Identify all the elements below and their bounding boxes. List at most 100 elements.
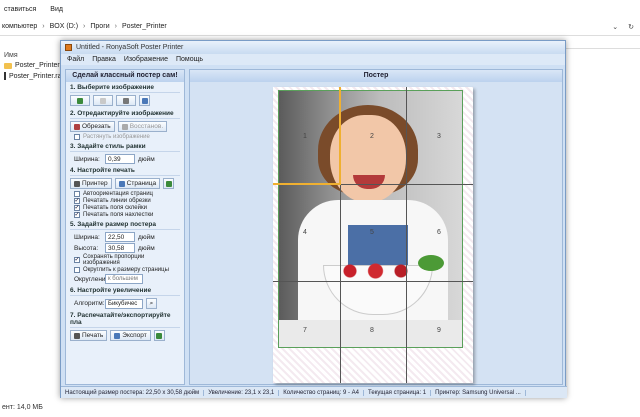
chevron-right-icon: ›	[42, 23, 45, 30]
section-title: 5. Задайте размер постера	[70, 221, 180, 230]
paste-image-button[interactable]	[93, 95, 113, 106]
page-number: 3	[437, 133, 441, 140]
checkmark-icon: ✓	[74, 257, 80, 263]
section-frame-style: 3. Задайте стиль рамки Ширина: 0,39 дюйм	[66, 141, 184, 164]
column-header-name[interactable]: Имя	[0, 36, 62, 59]
settings-icon	[141, 97, 148, 104]
preview-panel-title: Постер	[190, 70, 562, 82]
statusbar: Настоящий размер постера: 22,50 x 30,58 …	[61, 386, 567, 398]
section-print-setup: 4. Настройте печать Принтер Страница Авт…	[66, 165, 184, 218]
breadcrumb-item[interactable]: компьютер	[2, 23, 37, 30]
page-number: 4	[303, 229, 307, 236]
section-print-export: 7. Распечатайте/экспортируйте пла Печать…	[66, 310, 184, 341]
poster-height-label: Высота:	[74, 244, 99, 252]
section-poster-size: 5. Задайте размер постера Ширина: 22,50 …	[66, 219, 184, 284]
algorithm-label: Алгоритм:	[74, 300, 105, 307]
refresh-icon[interactable]: ↻	[628, 23, 634, 31]
scanner-icon	[123, 97, 129, 104]
list-item[interactable]: Poster_Printer.rar	[0, 69, 64, 80]
printer-icon	[74, 180, 80, 187]
chevron-down-icon[interactable]: ⌄	[612, 23, 618, 31]
printer-button[interactable]: Принтер	[70, 178, 112, 189]
page-number: 9	[437, 327, 441, 334]
round-to-page-checkbox[interactable]: Округлить к размеру страницы	[74, 267, 180, 273]
open-image-button[interactable]	[70, 95, 90, 106]
checkbox-label: Печатать линии обрезки	[83, 198, 151, 204]
stretch-image-checkbox[interactable]: Растянуть изображение	[74, 134, 180, 140]
breadcrumb-item[interactable]: Проги	[90, 23, 109, 30]
breadcrumb-item[interactable]: Poster_Printer	[122, 23, 167, 30]
titlebar[interactable]: Untitled - RonyaSoft Poster Printer	[61, 41, 565, 54]
section-title: 2. Отредактируйте изображение	[70, 110, 180, 119]
chevron-right-icon: ›	[83, 23, 86, 30]
breadcrumb: компьютер › BOX (D:) › Проги › Poster_Pr…	[0, 23, 167, 30]
file-name: Poster_Printer	[15, 62, 60, 69]
rar-icon	[4, 72, 6, 80]
menubar: Файл Правка Изображение Помощь	[61, 54, 565, 65]
rounding-select[interactable]: к большем	[105, 274, 143, 284]
checkbox-label: Сохранять пропорции изображения	[83, 254, 145, 266]
explorer-menu-item[interactable]: ставиться	[4, 6, 36, 13]
explorer-menu-view[interactable]: Вид	[50, 6, 63, 13]
folder-icon	[4, 62, 12, 69]
status-printer: Принтер: Samsung Universal ...	[431, 389, 526, 396]
restore-icon	[121, 123, 128, 130]
app-icon	[65, 44, 72, 51]
keep-proportions-checkbox[interactable]: ✓ Сохранять пропорции изображения	[74, 254, 180, 266]
section-enlargement: 6. Настройте увеличение Алгоритм: Бикуби…	[66, 285, 184, 309]
poster-height-input[interactable]: 30,58	[105, 243, 135, 253]
checkmark-icon: ✓	[74, 205, 80, 211]
print-options-button[interactable]	[163, 178, 175, 189]
section-title: 6. Настройте увеличение	[70, 287, 180, 296]
poster-width-input[interactable]: 22,50	[105, 232, 135, 242]
page-button[interactable]: Страница	[114, 178, 161, 189]
frame-width-input[interactable]: 0,39	[105, 154, 135, 164]
checkbox-label: Печатать поля нахлестки	[83, 212, 154, 218]
menu-file[interactable]: Файл	[67, 56, 84, 63]
explorer-status: ент: 14,0 МБ	[0, 400, 640, 417]
status-poster-size: Настоящий размер постера: 22,50 x 30,58 …	[61, 389, 205, 396]
image-options-button[interactable]	[139, 95, 150, 106]
page-label: Страница	[126, 180, 157, 187]
crop-icon	[74, 123, 80, 130]
menu-edit[interactable]: Правка	[92, 56, 116, 63]
print-cut-lines-checkbox[interactable]: ✓ Печатать линии обрезки	[74, 198, 180, 204]
menu-image[interactable]: Изображение	[124, 56, 168, 63]
checkmark-icon: ✓	[74, 198, 80, 204]
auto-orientation-checkbox[interactable]: Автоориентация страниц	[74, 191, 180, 197]
explorer-address-bar[interactable]: компьютер › BOX (D:) › Проги › Poster_Pr…	[0, 18, 640, 36]
page-number: 2	[370, 133, 374, 140]
wizard-panel: Сделай классный постер сам! 1. Выберите …	[65, 69, 185, 385]
scan-image-button[interactable]	[116, 95, 136, 106]
list-item[interactable]: Poster_Printer	[0, 59, 62, 69]
printer-icon	[74, 332, 80, 339]
preview-zoom-button[interactable]: ⌕	[146, 298, 157, 309]
menu-help[interactable]: Помощь	[176, 56, 203, 63]
restore-label: Восстанов.	[129, 123, 164, 130]
magnifier-icon: ⌕	[149, 299, 154, 307]
unit-label: дюйм	[138, 233, 155, 241]
export-options-button[interactable]	[153, 330, 165, 341]
crop-button[interactable]: Обрезать	[70, 121, 115, 132]
rounding-label: Округление:	[74, 275, 111, 283]
checkbox-box	[74, 267, 80, 273]
poster-preview-panel: Постер 1 2 3 4 5 6 7 8 9	[189, 69, 563, 385]
export-label: Экспорт	[122, 332, 147, 339]
printer-label: Принтер	[82, 180, 108, 187]
frame-width-label: Ширина:	[74, 155, 100, 163]
window-title: Untitled - RonyaSoft Poster Printer	[76, 44, 184, 51]
checkbox-box	[74, 191, 80, 197]
poster-sheet[interactable]: 1 2 3 4 5 6 7 8 9	[273, 87, 473, 383]
print-glue-margins-checkbox[interactable]: ✓ Печатать поля склейки	[74, 205, 180, 211]
print-overlap-margins-checkbox[interactable]: ✓ Печатать поля нахлестки	[74, 212, 180, 218]
algorithm-select[interactable]: Бикубичес	[105, 298, 143, 309]
print-button[interactable]: Печать	[70, 330, 108, 341]
export-button[interactable]: Экспорт	[110, 330, 151, 341]
status-current-page: Текущая страница: 1	[364, 389, 432, 396]
explorer-right-pane	[566, 36, 640, 400]
breadcrumb-item[interactable]: BOX (D:)	[50, 23, 78, 30]
image-icon	[77, 97, 83, 104]
status-zoom: Увеличение: 23,1 x 23,1	[204, 389, 280, 396]
explorer-menubar: ставиться Вид	[0, 0, 640, 18]
restore-button[interactable]: Восстанов.	[117, 121, 168, 132]
